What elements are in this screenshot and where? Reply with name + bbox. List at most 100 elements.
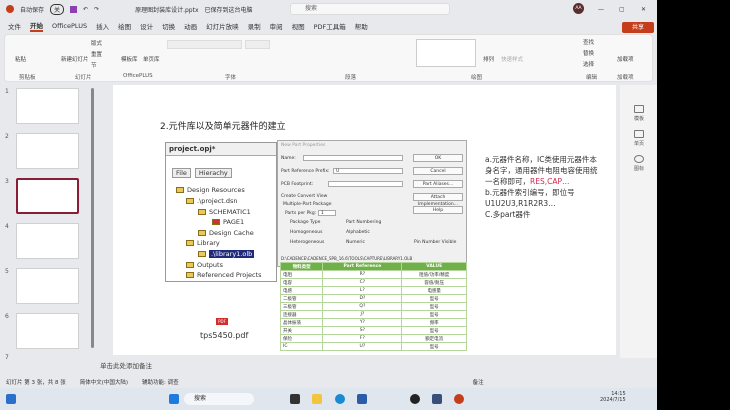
new-slide-button[interactable]: 新建幻灯片 xyxy=(61,55,89,63)
accessibility[interactable]: 辅助功能: 调查 xyxy=(142,378,179,386)
start-icon[interactable] xyxy=(169,394,179,404)
column-header: VALUE xyxy=(401,262,467,271)
paste-button[interactable]: 粘贴 xyxy=(15,55,26,63)
taskbar: 搜索 14:15 2024/7/15 xyxy=(0,388,657,410)
file-explorer-icon[interactable] xyxy=(312,394,322,404)
tab-officeplus[interactable]: OfficePLUS xyxy=(52,22,87,30)
table-row: IC U? 型号 xyxy=(279,342,467,351)
search-input[interactable]: 搜索 xyxy=(290,3,450,15)
slide-canvas[interactable]: 2.元件库以及简单元器件的建立 project.opj* File Hierach… xyxy=(113,85,616,355)
select-button[interactable]: 选择 xyxy=(583,60,594,68)
template-library-button[interactable]: 模板库 xyxy=(121,55,138,63)
help-button: Help xyxy=(413,206,463,214)
notes-button[interactable]: 备注 xyxy=(473,378,484,386)
tab-slideshow[interactable]: 幻灯片放映 xyxy=(206,21,239,31)
clock-icon xyxy=(634,155,644,163)
section-button[interactable]: 节 xyxy=(91,61,97,69)
clock[interactable]: 14:15 2024/7/15 xyxy=(600,391,626,403)
notes-placeholder[interactable]: 单击此处添加备注 xyxy=(100,360,152,370)
pin-visible-checkbox: Pin Number Visible xyxy=(414,240,457,245)
replace-button[interactable]: 替换 xyxy=(583,49,594,57)
language[interactable]: 简体中文(中国大陆) xyxy=(80,378,128,386)
taskbar-search[interactable]: 搜索 xyxy=(184,393,254,405)
app-icon[interactable] xyxy=(410,394,420,404)
note-b: b.元器件索引编号，即位号U1U2U3,R1R2R3… xyxy=(485,188,575,208)
tab-draw[interactable]: 绘图 xyxy=(118,21,131,31)
slide-thumbnail-4[interactable] xyxy=(16,223,79,259)
slide-thumbnail-3[interactable] xyxy=(16,178,79,214)
tab-transitions[interactable]: 切换 xyxy=(162,21,175,31)
tab-pdf-tools[interactable]: PDF工具箱 xyxy=(314,21,346,31)
tab-animations[interactable]: 动画 xyxy=(184,21,197,31)
new-part-dialog-image: New Part Properties Name: Part Reference… xyxy=(277,140,467,267)
thumbnails-scrollbar[interactable] xyxy=(91,88,94,348)
undo-icon[interactable]: ↶ xyxy=(83,6,88,13)
part-aliases-button: Part Aliases... xyxy=(413,180,463,188)
single-page-library-button[interactable]: 单页库 xyxy=(143,55,160,63)
tab-file[interactable]: 文件 xyxy=(8,21,21,31)
cancel-button: Cancel xyxy=(413,167,463,175)
table-cell: J? xyxy=(322,310,403,319)
avatar[interactable]: AA xyxy=(573,3,584,14)
column-header: 物料类型 xyxy=(279,262,324,271)
table-row: 晶体振荡 Y? 频率 xyxy=(279,318,467,327)
tree-tab-hierarchy: Hierachy xyxy=(194,168,232,178)
close-button[interactable]: ✕ xyxy=(641,6,646,13)
reset-button[interactable]: 重置 xyxy=(91,50,102,58)
store-icon[interactable] xyxy=(357,394,367,404)
table-cell: 电感量 xyxy=(401,286,467,295)
slide-thumbnail-1[interactable] xyxy=(16,88,79,124)
template-pane-button[interactable]: 模板 xyxy=(628,105,650,122)
tab-review[interactable]: 审阅 xyxy=(270,21,283,31)
tab-record[interactable]: 录制 xyxy=(248,21,261,31)
numeric-radio: Numeric xyxy=(346,240,365,245)
pdf-file-label[interactable]: tps5450.pdf xyxy=(200,331,248,340)
share-button[interactable]: 共享 xyxy=(622,22,654,33)
icons-pane-button[interactable]: 图标 xyxy=(628,155,650,172)
table-cell: 二极管 xyxy=(279,294,324,303)
tree-node: Library xyxy=(197,239,220,247)
slide-thumbnails-panel: 1 2 3 4 5 6 7 xyxy=(0,84,96,361)
save-status[interactable]: 已保存到这台电脑 xyxy=(205,5,253,14)
tree-node: PAGE1 xyxy=(223,218,245,226)
tab-view[interactable]: 视图 xyxy=(292,21,305,31)
font-select[interactable] xyxy=(167,40,242,49)
heterogeneous-radio: Heterogeneous xyxy=(290,240,325,245)
app-icon[interactable] xyxy=(432,394,442,404)
redo-icon[interactable]: ↷ xyxy=(94,6,99,13)
table-cell: 连接器 xyxy=(279,310,324,319)
table-row: 三极管 Q? 型号 xyxy=(279,302,467,311)
folder-icon xyxy=(186,272,194,278)
edge-icon[interactable] xyxy=(335,394,345,404)
widgets-icon[interactable] xyxy=(6,394,16,404)
layout-button[interactable]: 版式 xyxy=(91,39,102,47)
tree-node: .\library1.olb xyxy=(209,250,255,258)
single-page-pane-button[interactable]: 单页 xyxy=(628,130,650,147)
maximize-button[interactable]: ▢ xyxy=(619,6,625,13)
table-cell: Q? xyxy=(322,302,403,311)
slide-thumbnail-6[interactable] xyxy=(16,313,79,349)
powerpoint-taskbar-icon[interactable] xyxy=(454,394,464,404)
quick-styles-button[interactable]: 快速样式 xyxy=(501,55,523,63)
pdf-file-icon[interactable]: PDF xyxy=(216,318,228,325)
tab-help[interactable]: 帮助 xyxy=(355,21,368,31)
slide-number: 6 xyxy=(5,313,9,320)
prefix-label: Part Reference Prefix: xyxy=(281,169,330,174)
minimize-button[interactable]: — xyxy=(598,6,604,13)
arrange-button[interactable]: 排列 xyxy=(483,55,494,63)
addins-button[interactable]: 加载项 xyxy=(617,55,634,63)
tab-insert[interactable]: 插入 xyxy=(96,21,109,31)
font-size-select[interactable] xyxy=(245,40,270,49)
autosave-toggle[interactable]: 关 xyxy=(50,3,65,15)
app-icon[interactable] xyxy=(290,394,300,404)
slide-thumbnail-2[interactable] xyxy=(16,133,79,169)
tab-design[interactable]: 设计 xyxy=(140,21,153,31)
group-drawing: 绘图 xyxy=(471,75,483,81)
shapes-gallery[interactable] xyxy=(416,39,476,67)
slide-thumbnail-5[interactable] xyxy=(16,268,79,304)
tab-home[interactable]: 开始 xyxy=(30,20,43,32)
save-icon[interactable] xyxy=(70,5,78,13)
folder-icon xyxy=(198,230,206,236)
find-button[interactable]: 查找 xyxy=(583,38,594,46)
folder-icon xyxy=(186,240,194,246)
